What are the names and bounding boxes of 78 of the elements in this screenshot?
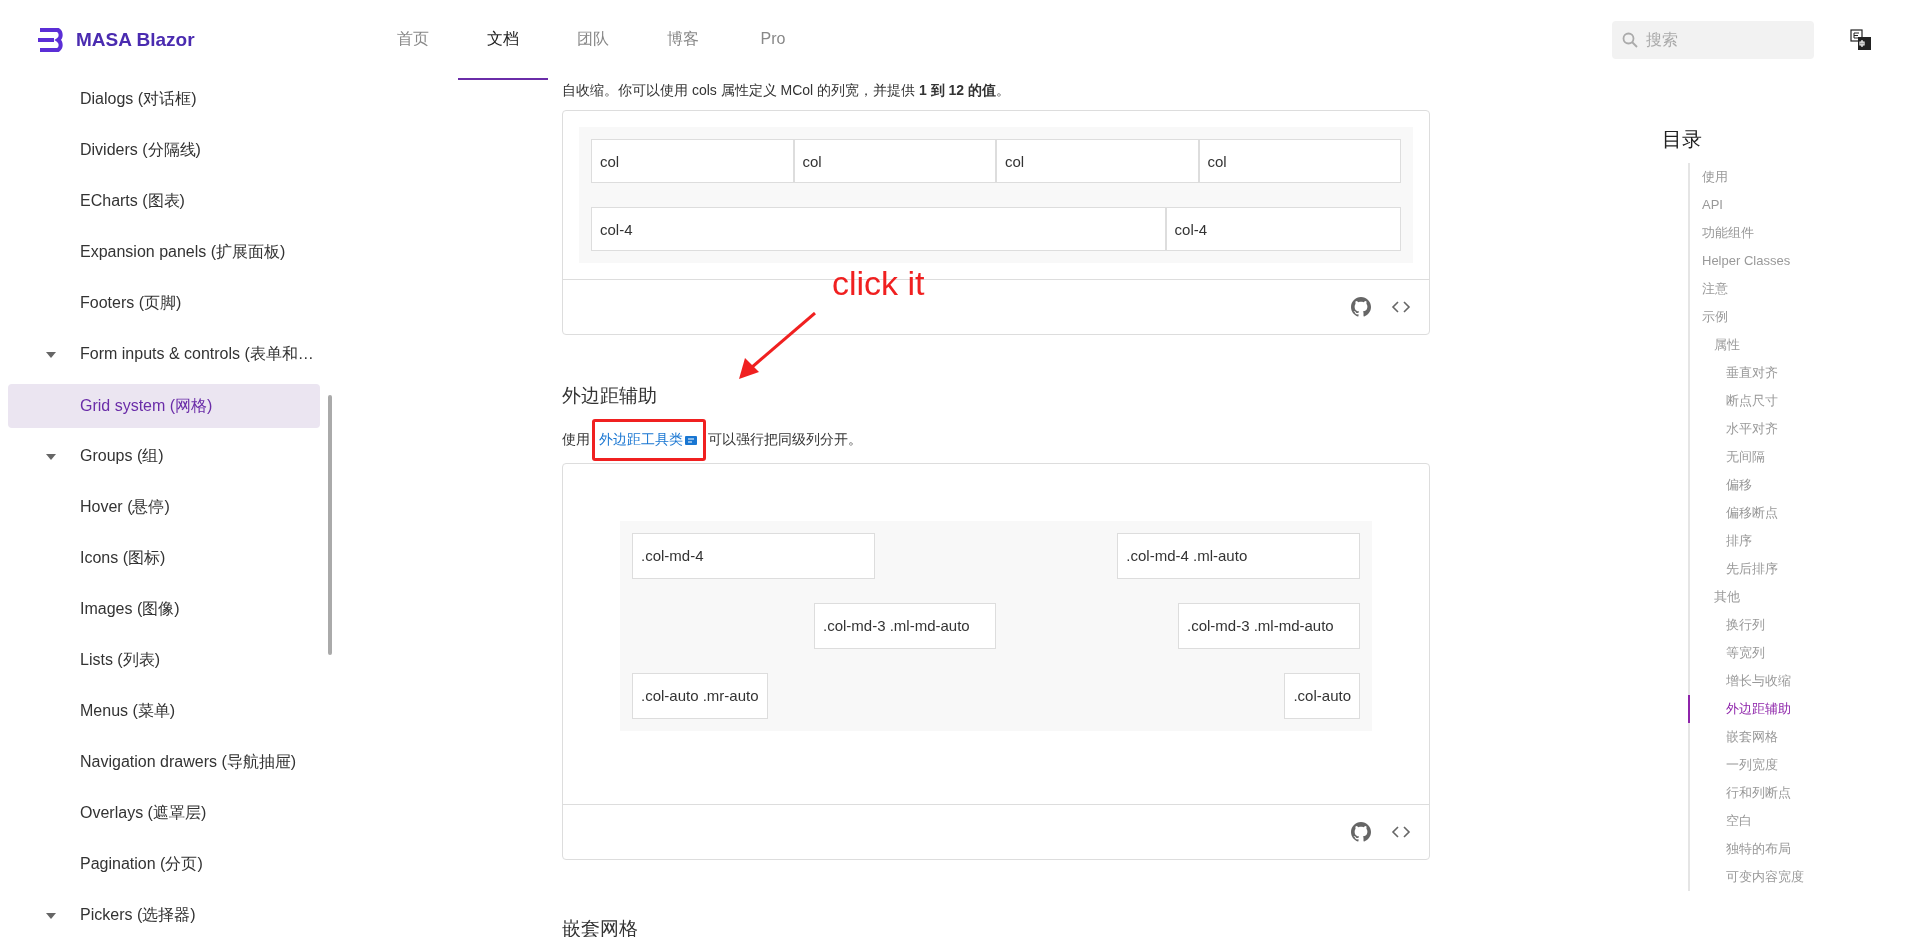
grid-cell: .col-auto .mr-auto (632, 673, 768, 719)
toc-link[interactable]: 垂直对齐 (1688, 359, 1862, 387)
grid-cell: .col-md-3 .ml-md-auto (814, 603, 996, 649)
sidebar-item[interactable]: Lists (列表) (8, 635, 320, 686)
grid-cell: col-4 (1165, 207, 1401, 251)
toc-link[interactable]: 偏移 (1688, 471, 1862, 499)
annotation-label: click it (832, 264, 925, 303)
nav-tab[interactable]: Pro (728, 0, 818, 80)
brand-name[interactable]: MASA Blazor (76, 29, 195, 51)
search-input[interactable]: 搜索 (1646, 23, 1796, 57)
caret-icon[interactable] (46, 912, 56, 919)
search-field[interactable]: 搜索 (1612, 21, 1814, 59)
toc-link[interactable]: 其他 (1688, 583, 1862, 611)
toc-link[interactable]: 断点尺寸 (1688, 387, 1862, 415)
toc-link[interactable]: 先后排序 (1688, 555, 1862, 583)
sidebar-item[interactable]: Form inputs & controls (表单和… (8, 329, 320, 380)
sidebar-item[interactable]: Images (图像) (8, 584, 320, 635)
toc-link[interactable]: 排序 (1688, 527, 1862, 555)
caret-icon[interactable] (46, 453, 56, 460)
caret-icon[interactable] (46, 351, 56, 358)
toc-title: 目录 (1662, 127, 1703, 152)
section-heading: 嵌套网格 (562, 917, 639, 937)
toc-link[interactable]: 无间隔 (1688, 443, 1862, 471)
toc-link[interactable]: 外边距辅助 (1688, 695, 1862, 723)
toc-link[interactable]: 功能组件 (1688, 219, 1862, 247)
grid-cell: col (1198, 139, 1401, 183)
sidebar-item[interactable]: Groups (组) (8, 431, 320, 482)
paragraph: 自收缩。你可以使用 cols 属性定义 MCol 的列宽，并提供 1 到 12 的值。 (562, 81, 1012, 100)
sidebar-item[interactable]: Pagination (分页) (8, 839, 320, 890)
sidebar-item[interactable]: Navigation drawers (导航抽屉) (8, 737, 320, 788)
search-icon (1622, 32, 1638, 48)
github-icon[interactable] (1351, 822, 1371, 842)
toc-link[interactable]: 行和列断点 (1688, 779, 1862, 807)
toc-link[interactable]: 可变内容宽度 (1688, 863, 1862, 891)
grid-cell: .col-md-3 .ml-md-auto (1178, 603, 1360, 649)
grid-cell: col (996, 139, 1199, 183)
sidebar-item[interactable]: Footers (页脚) (8, 278, 320, 329)
sidebar-item[interactable]: Grid system (网格) (8, 384, 320, 428)
toc-link[interactable]: API (1688, 191, 1862, 219)
toc-link[interactable]: 示例 (1688, 303, 1862, 331)
sidebar-item[interactable]: Pickers (选择器) (8, 890, 320, 937)
sidebar-item[interactable]: Overlays (遮罩层) (8, 788, 320, 839)
external-link-icon[interactable] (685, 434, 697, 446)
grid-cell: .col-md-4 .ml-auto (1117, 533, 1360, 579)
toc-link[interactable]: 偏移断点 (1688, 499, 1862, 527)
link[interactable]: 外边距工具类 (599, 431, 683, 449)
sidebar-item[interactable]: Menus (菜单) (8, 686, 320, 737)
toc-link[interactable]: 等宽列 (1688, 639, 1862, 667)
toc-link[interactable]: 嵌套网格 (1688, 723, 1862, 751)
paragraph: 使用 外边距工具类 可以强行把同级列分开。 (562, 431, 1430, 449)
sidebar-item[interactable]: Expansion panels (扩展面板) (8, 227, 320, 278)
toc-link[interactable]: 增长与收缩 (1688, 667, 1862, 695)
nav-tab[interactable]: 博客 (638, 0, 728, 80)
sidebar-item[interactable]: Hover (悬停) (8, 482, 320, 533)
toc-link[interactable]: 属性 (1688, 331, 1862, 359)
toc-link[interactable]: Helper Classes (1688, 247, 1862, 275)
translate-icon[interactable] (1850, 29, 1872, 51)
grid-cell: .col-auto (1284, 673, 1360, 719)
toc-link[interactable]: 使用 (1688, 163, 1862, 191)
nav-tab[interactable]: 文档 (458, 0, 548, 80)
sidebar-item[interactable]: Icons (图标) (8, 533, 320, 584)
scrollbar[interactable] (328, 395, 332, 655)
nav-tab[interactable]: 团队 (548, 0, 638, 80)
grid-cell: col (793, 139, 996, 183)
toc-link[interactable]: 换行列 (1688, 611, 1862, 639)
section-heading: 外边距辅助 (562, 384, 658, 408)
toc-link[interactable]: 空白 (1688, 807, 1862, 835)
toc-link[interactable]: 独特的布局 (1688, 835, 1862, 863)
github-icon[interactable] (1351, 297, 1371, 317)
grid-cell: .col-md-4 (632, 533, 875, 579)
sidebar-item[interactable]: Dialogs (对话框) (8, 74, 320, 125)
sidebar-item[interactable]: Dividers (分隔线) (8, 125, 320, 176)
sidebar-item[interactable]: ECharts (图表) (8, 176, 320, 227)
grid-cell: col-4 (591, 207, 1166, 251)
nav-tab[interactable]: 首页 (368, 0, 458, 80)
grid-cell: col (591, 139, 794, 183)
toc-link[interactable]: 注意 (1688, 275, 1862, 303)
toc-link[interactable]: 水平对齐 (1688, 415, 1862, 443)
